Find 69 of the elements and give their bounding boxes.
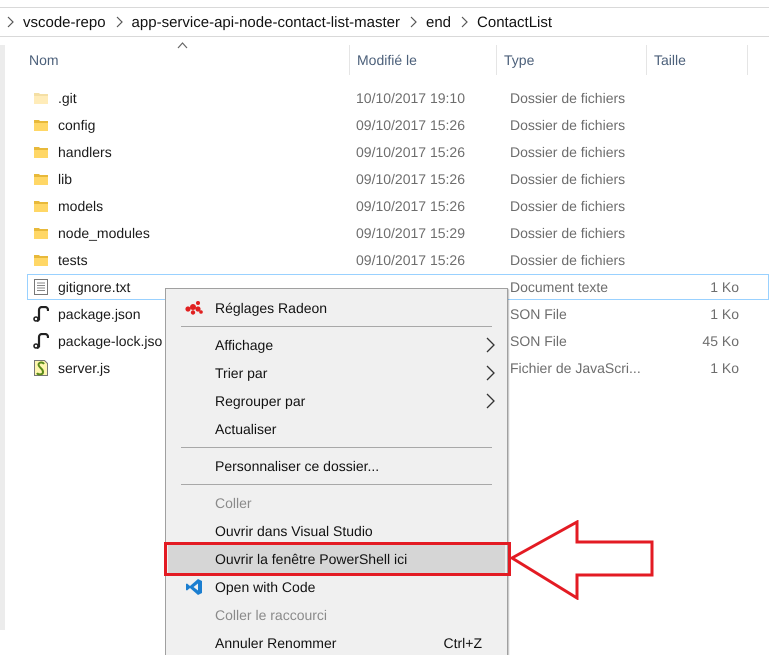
script-file-icon [33, 360, 49, 376]
file-name: handlers [58, 144, 112, 160]
folder-icon [33, 253, 49, 267]
modified-date: 09/10/2017 15:26 [356, 171, 465, 187]
file-type: Fichier de JavaScri... [510, 360, 641, 376]
file-size: 45 Ko [702, 333, 739, 349]
menu-item[interactable]: Regrouper par [168, 387, 505, 415]
file-size: 1 Ko [710, 360, 739, 376]
folder-icon [33, 91, 49, 105]
file-type-icon [33, 306, 49, 322]
sort-caret-icon [176, 42, 188, 49]
file-type: Dossier de fichiers [510, 117, 626, 133]
file-type-icon [33, 333, 49, 349]
file-type: Dossier de fichiers [510, 144, 626, 160]
file-type: Document texte [510, 279, 608, 295]
menu-item[interactable]: Ouvrir dans Visual Studio [168, 517, 505, 545]
file-type: Dossier de fichiers [510, 198, 626, 214]
modified-date: 09/10/2017 15:26 [356, 198, 465, 214]
menu-item[interactable]: Affichage [168, 331, 505, 359]
menu-item[interactable]: Actualiser [168, 415, 505, 443]
file-type: Dossier de fichiers [510, 225, 626, 241]
menu-item[interactable]: Open with Code [168, 573, 505, 601]
modified-date: 09/10/2017 15:26 [356, 144, 465, 160]
folder-icon [33, 118, 49, 132]
file-name: models [58, 198, 104, 214]
chevron-icon [114, 16, 123, 28]
file-type: Dossier de fichiers [510, 171, 626, 187]
file-name: server.js [58, 360, 110, 376]
file-name: .git [58, 90, 77, 106]
column-header[interactable]: Taille [647, 45, 748, 75]
ribbon-icon [184, 578, 202, 596]
column-header[interactable]: Modifié le [350, 45, 497, 75]
column-header[interactable]: Nom [22, 45, 350, 75]
menu-item[interactable]: Ouvrir la fenêtre PowerShell ici [168, 545, 505, 573]
breadcrumb-item[interactable]: end [426, 14, 452, 30]
file-name: node_modules [58, 225, 150, 241]
column-header[interactable]: Type [497, 45, 647, 75]
folder-icon [33, 199, 49, 213]
file-name: config [58, 117, 96, 133]
menu-item[interactable]: Annuler Renommer Ctrl+Z [168, 629, 505, 655]
file-type: Dossier de fichiers [510, 252, 626, 268]
file-type: SON File [510, 306, 567, 322]
file-name: package.json [58, 306, 141, 322]
chevron-icon [408, 16, 417, 28]
shortcut-label: Ctrl+Z [444, 635, 483, 651]
file-name: lib [58, 171, 72, 187]
folder-icon [33, 226, 49, 240]
file-type: SON File [510, 333, 567, 349]
file-name: gitignore.txt [58, 279, 130, 295]
breadcrumb-item[interactable]: vscode-repo [23, 14, 106, 30]
modified-date: 10/10/2017 19:10 [356, 90, 465, 106]
file-name: package-lock.jso [58, 333, 162, 349]
folder-icon [33, 172, 49, 186]
chevron-icon [6, 16, 14, 28]
document-icon [33, 279, 49, 295]
breadcrumb-item[interactable]: ContactList [477, 14, 552, 30]
file-size: 1 Ko [710, 306, 739, 322]
file-name: tests [58, 252, 88, 268]
folder-icon [33, 145, 49, 159]
cluster-icon [184, 300, 204, 316]
file-size: 1 Ko [710, 279, 739, 295]
breadcrumb-item[interactable]: app-service-api-node-contact-list-master [132, 14, 400, 30]
menu-item[interactable]: Personnaliser ce dossier... [168, 452, 505, 480]
menu-item[interactable]: Trier par [168, 359, 505, 387]
chevron-icon [460, 16, 468, 28]
modified-date: 09/10/2017 15:26 [356, 252, 465, 268]
modified-date: 09/10/2017 15:26 [356, 117, 465, 133]
file-type: Dossier de fichiers [510, 90, 626, 106]
modified-date: 09/10/2017 15:29 [356, 225, 465, 241]
